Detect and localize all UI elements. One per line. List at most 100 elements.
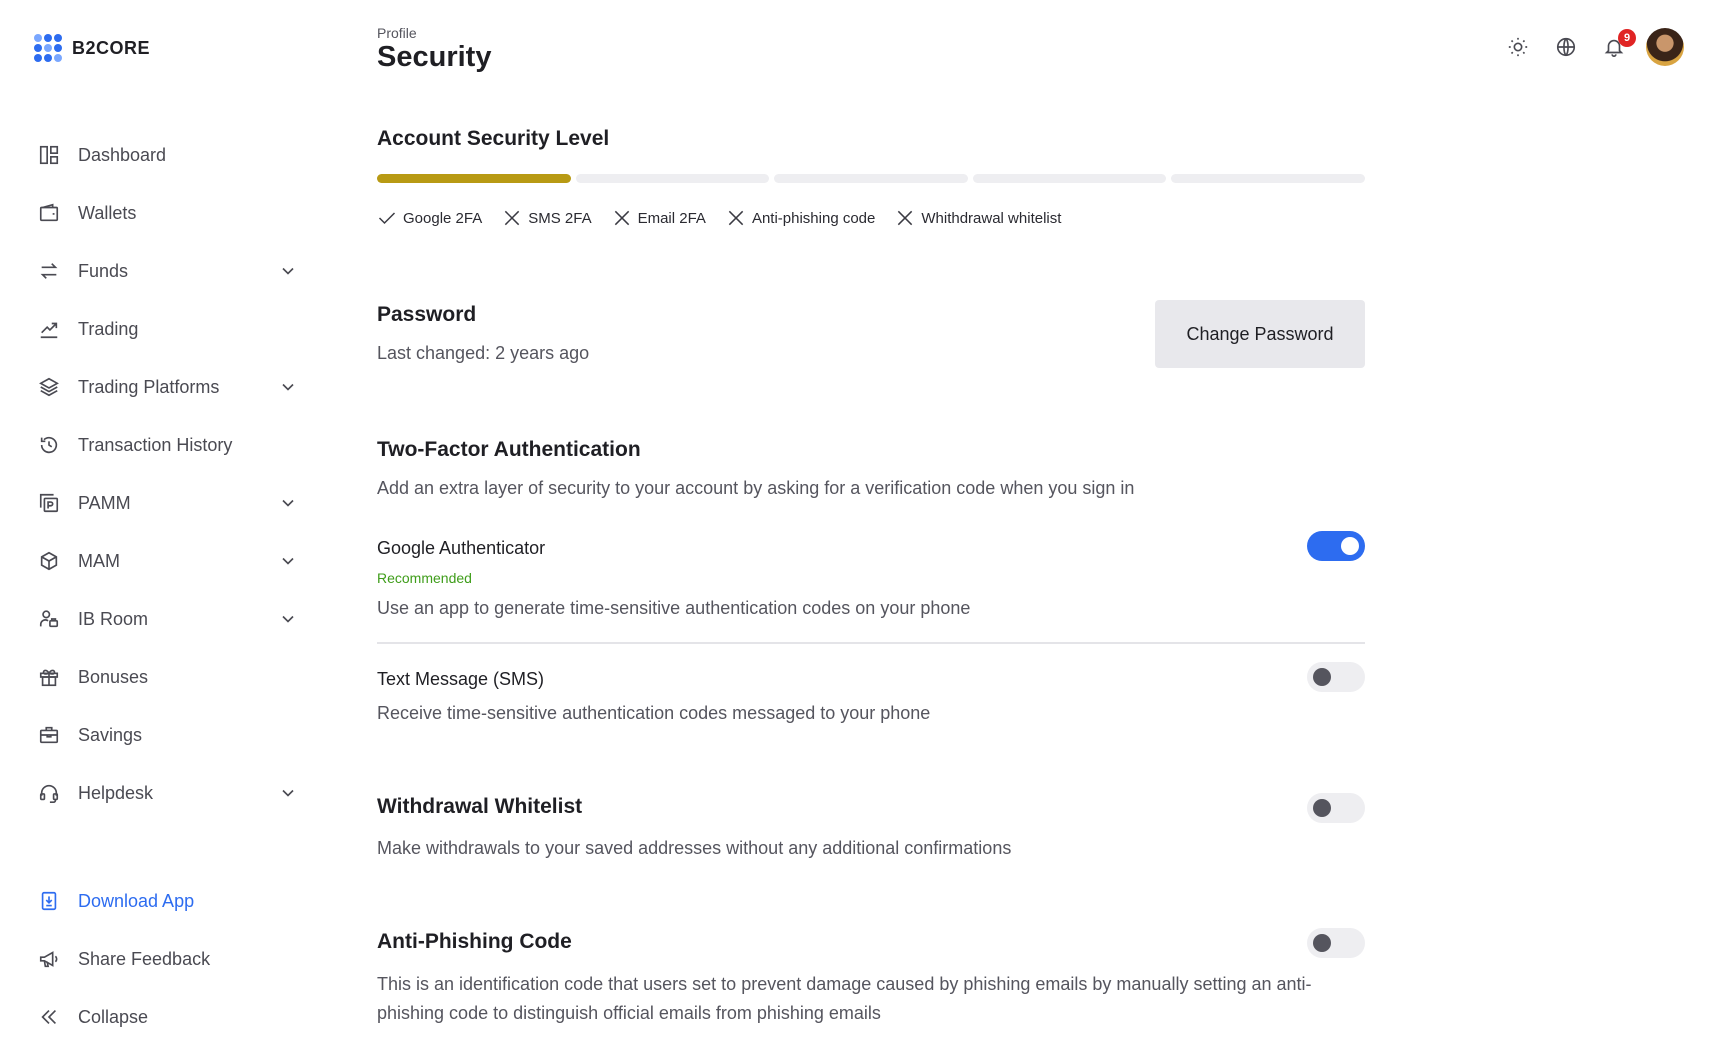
sidebar-item-label: Dashboard	[78, 144, 167, 165]
sidebar-item-pamm[interactable]: PAMM	[0, 474, 340, 532]
history-icon	[38, 434, 60, 456]
collapse-sidebar-button[interactable]: Collapse	[0, 988, 340, 1046]
transfer-arrows-icon	[38, 260, 60, 282]
megaphone-icon	[38, 948, 60, 970]
security-level-segment	[972, 174, 1167, 183]
sidebar-item-ib-room[interactable]: IB Room	[0, 590, 340, 648]
sidebar-item-label: Bonuses	[78, 666, 149, 687]
language-button[interactable]	[1550, 31, 1582, 63]
security-level-segment	[774, 174, 968, 183]
sidebar-item-savings[interactable]: Savings	[0, 706, 340, 764]
chevron-down-icon[interactable]	[278, 377, 298, 397]
withdrawal-whitelist-title: Withdrawal Whitelist	[377, 795, 583, 818]
sidebar-item-label: Helpdesk	[78, 782, 154, 803]
download-app-link[interactable]: Download App	[0, 872, 340, 930]
breadcrumb[interactable]: Profile	[377, 25, 417, 41]
check-icon	[377, 208, 397, 228]
close-icon	[726, 208, 746, 228]
chevron-down-icon[interactable]	[278, 551, 298, 571]
password-last-changed: Last changed: 2 years ago	[377, 343, 590, 363]
sidebar-item-label: Transaction History	[78, 434, 233, 455]
close-icon	[895, 208, 915, 228]
google-authenticator-label: Google Authenticator	[377, 538, 546, 558]
dashboard-icon	[38, 144, 60, 166]
security-level-progress	[377, 174, 1365, 183]
briefcase-icon	[38, 724, 60, 746]
double-chevron-left-icon	[38, 1006, 60, 1028]
check-label: Whithdrawal whitelist	[921, 209, 1062, 227]
share-feedback-label: Share Feedback	[78, 948, 211, 969]
toggle-knob	[1313, 668, 1331, 686]
layers-icon	[38, 376, 60, 398]
sidebar-item-label: Trading Platforms	[78, 376, 220, 397]
collapse-label: Collapse	[78, 1006, 149, 1027]
notification-badge: 9	[1618, 29, 1636, 47]
sidebar-item-wallets[interactable]: Wallets	[0, 184, 340, 242]
chevron-down-icon[interactable]	[278, 261, 298, 281]
anti-phishing-toggle[interactable]	[1307, 928, 1365, 958]
sms-toggle[interactable]	[1307, 662, 1365, 692]
cube-icon	[38, 550, 60, 572]
sidebar-item-trading-platforms[interactable]: Trading Platforms	[0, 358, 340, 416]
avatar[interactable]	[1646, 28, 1684, 66]
withdrawal-whitelist-toggle[interactable]	[1307, 793, 1365, 823]
chevron-down-icon[interactable]	[278, 609, 298, 629]
brand-logo[interactable]: B2CORE	[34, 34, 150, 62]
sidebar-item-label: Wallets	[78, 202, 137, 223]
toggle-knob	[1313, 799, 1331, 817]
trend-chart-icon	[38, 318, 60, 340]
check-email-2fa: Email 2FA	[612, 208, 706, 228]
notifications-button[interactable]: 9	[1598, 29, 1636, 63]
close-icon	[502, 208, 522, 228]
sidebar-item-label: PAMM	[78, 492, 131, 513]
recommended-badge: Recommended	[377, 570, 472, 586]
sidebar-item-mam[interactable]: MAM	[0, 532, 340, 590]
change-password-button[interactable]: Change Password	[1155, 300, 1365, 368]
divider	[377, 642, 1365, 644]
gift-icon	[38, 666, 60, 688]
sidebar-item-funds[interactable]: Funds	[0, 242, 340, 300]
security-level-segment	[1171, 174, 1365, 183]
globe-icon	[1556, 37, 1576, 57]
sidebar-item-trading[interactable]: Trading	[0, 300, 340, 358]
two-factor-subtitle: Add an extra layer of security to your a…	[377, 478, 1135, 498]
security-checklist: Google 2FA SMS 2FA Email 2FA Anti-phishi…	[377, 208, 1081, 228]
password-title: Password	[377, 303, 477, 326]
sidebar-item-dashboard[interactable]: Dashboard	[0, 126, 340, 184]
wallet-icon	[38, 202, 60, 224]
sidebar-footer: Download App Share Feedback Collapse	[0, 872, 340, 1046]
check-label: SMS 2FA	[528, 209, 592, 227]
share-feedback-link[interactable]: Share Feedback	[0, 930, 340, 988]
anti-phishing-description: This is an identification code that user…	[377, 974, 1312, 1023]
google-authenticator-toggle[interactable]	[1307, 531, 1365, 561]
sidebar-item-transaction-history[interactable]: Transaction History	[0, 416, 340, 474]
check-sms-2fa: SMS 2FA	[502, 208, 592, 228]
close-icon	[612, 208, 632, 228]
chevron-down-icon[interactable]	[278, 783, 298, 803]
headset-icon	[38, 782, 60, 804]
ib-room-icon	[38, 608, 60, 630]
sidebar-item-helpdesk[interactable]: Helpdesk	[0, 764, 340, 822]
check-label: Anti-phishing code	[751, 209, 876, 227]
chevron-down-icon[interactable]	[278, 493, 298, 513]
page-title: Security	[377, 41, 492, 73]
sidebar-item-label: IB Room	[78, 608, 149, 629]
brand-name: B2CORE	[72, 37, 151, 58]
security-level-segment	[575, 174, 770, 183]
pamm-icon	[38, 492, 60, 514]
sms-label: Text Message (SMS)	[377, 669, 545, 689]
toggle-knob	[1313, 934, 1331, 952]
sidebar-item-label: Savings	[78, 724, 143, 745]
check-anti-phishing: Anti-phishing code	[726, 208, 875, 228]
sun-icon	[1508, 37, 1528, 57]
check-withdrawal-whitelist: Whithdrawal whitelist	[895, 208, 1061, 228]
theme-toggle-button[interactable]	[1502, 31, 1534, 63]
security-level-segment	[377, 174, 571, 183]
download-app-label: Download App	[78, 890, 195, 911]
sidebar-item-bonuses[interactable]: Bonuses	[0, 648, 340, 706]
sms-description: Receive time-sensitive authentication co…	[377, 703, 931, 723]
anti-phishing-title: Anti-Phishing Code	[377, 930, 572, 953]
google-authenticator-description: Use an app to generate time-sensitive au…	[377, 598, 971, 618]
withdrawal-whitelist-description: Make withdrawals to your saved addresses…	[377, 838, 1012, 858]
sidebar-item-label: MAM	[78, 550, 120, 571]
